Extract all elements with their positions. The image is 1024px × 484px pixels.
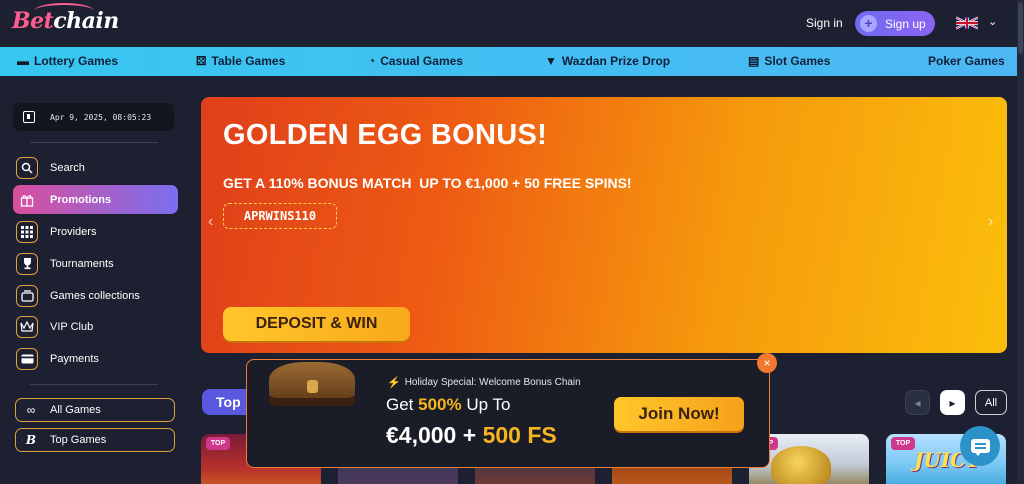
offer-suffix: Up To (461, 395, 511, 414)
category-label: Poker Games (928, 54, 1005, 68)
sidebar-item-label: VIP Club (50, 320, 94, 333)
page-scrollbar[interactable] (1017, 0, 1024, 484)
sidebar-item-label: Providers (50, 225, 97, 238)
logo[interactable]: Betchain (12, 8, 119, 34)
treasure-chest-image (269, 362, 355, 406)
top-header: Betchain Sign in + Sign up ⌄ (0, 0, 1024, 47)
welcome-bonus-popup: ⚡ Holiday Special: Welcome Bonus Chain G… (246, 353, 777, 468)
sidebar-item-tournaments[interactable]: Tournaments (13, 249, 178, 278)
category-poker-games[interactable]: Poker Games (928, 54, 1005, 68)
offer-prefix: Get (386, 395, 419, 414)
deposit-win-button[interactable]: DEPOSIT & WIN (223, 307, 410, 341)
close-icon[interactable]: × (757, 353, 777, 373)
scrollbar-thumb[interactable] (1018, 2, 1023, 54)
game-art (771, 446, 831, 484)
button-label: All Games (50, 404, 101, 416)
sidebar-item-games-collections[interactable]: Games collections (13, 281, 178, 310)
category-table-games[interactable]: ⚄ Table Games (196, 54, 285, 68)
gift-icon (16, 189, 38, 211)
sidebar-item-label: Tournaments (50, 257, 114, 270)
all-games-button[interactable]: ∞ All Games (15, 398, 175, 422)
divider (30, 384, 158, 385)
section-title-top: Top (202, 389, 252, 415)
sidebar-item-label: Promotions (50, 193, 112, 206)
promo-banner[interactable]: GOLDEN EGG BONUS! GET A 110% BONUS MATCH… (201, 97, 1007, 353)
search-icon (16, 156, 38, 179)
sidebar-item-promotions[interactable]: Promotions (13, 185, 178, 214)
logo-text-bet: Bet (12, 8, 54, 34)
games-all-button[interactable]: All (975, 390, 1007, 415)
popup-offer-line1: Get 500% Up To (386, 395, 510, 415)
join-now-button[interactable]: Join Now! (614, 397, 744, 431)
category-bar: ▬ Lottery Games ⚄ Table Games ◔ Casual G… (0, 47, 1021, 76)
category-label: Lottery Games (34, 54, 119, 68)
category-label: Wazdan Prize Drop (561, 54, 671, 68)
chat-icon (970, 439, 990, 456)
offer-free-spins: 500 FS (482, 422, 557, 448)
trophy-icon (16, 252, 38, 275)
logo-text-chain: chain (53, 8, 119, 34)
sidebar-item-label: Games collections (50, 289, 140, 302)
signin-link[interactable]: Sign in (806, 16, 843, 30)
banner-title: GOLDEN EGG BONUS! (223, 119, 548, 151)
category-casual-games[interactable]: ◔ Casual Games (368, 54, 463, 68)
divider (30, 142, 158, 143)
pacman-icon: ◔ (368, 54, 376, 68)
offer-amount: €4,000 + (386, 422, 483, 448)
popup-kicker: ⚡ Holiday Special: Welcome Bonus Chain (387, 376, 581, 389)
top-games-button[interactable]: B Top Games (15, 428, 175, 452)
popup-offer-line2: €4,000 + 500 FS (386, 422, 557, 449)
category-label: Casual Games (380, 54, 463, 68)
card-icon (16, 347, 38, 370)
sidebar: Apr 9, 2025, 08:05:23 Search Promotions … (0, 95, 185, 484)
dice-icon: ⚄ (196, 54, 207, 68)
chevron-down-icon[interactable]: ⌄ (988, 15, 997, 28)
sidebar-item-providers[interactable]: Providers (13, 217, 178, 246)
category-label: Table Games (211, 54, 286, 68)
button-label: Top Games (50, 434, 107, 446)
uk-flag-icon[interactable] (956, 16, 978, 30)
lightning-icon: ⚡ (387, 377, 401, 389)
sidebar-item-label: Search (50, 161, 85, 174)
top-badge: TOP (891, 437, 915, 450)
category-lottery-games[interactable]: ▬ Lottery Games (17, 54, 118, 68)
category-wazdan-prize-drop[interactable]: ▼ Wazdan Prize Drop (545, 54, 670, 68)
collapse-icon[interactable] (23, 111, 35, 123)
sidebar-item-vip-club[interactable]: VIP Club (13, 312, 178, 341)
sidebar-item-payments[interactable]: Payments (13, 344, 178, 373)
banner-subtitle: GET A 110% BONUS MATCH UP TO €1,000 + 50… (223, 175, 632, 191)
category-label: Slot Games (764, 54, 831, 68)
sidebar-item-search[interactable]: Search (13, 153, 178, 182)
mask-icon: ▼ (545, 54, 557, 68)
datetime-text: Apr 9, 2025, 08:05:23 (50, 112, 152, 122)
b-icon: B (25, 433, 37, 447)
top-badge: TOP (206, 437, 230, 450)
ticket-icon: ▬ (17, 54, 29, 68)
infinity-icon: ∞ (26, 403, 36, 417)
offer-percent: 500% (418, 395, 462, 414)
signup-button[interactable]: + Sign up (855, 11, 935, 36)
category-slot-games[interactable]: ▤ Slot Games (748, 54, 830, 68)
datetime-box: Apr 9, 2025, 08:05:23 (13, 103, 174, 131)
games-prev-button[interactable]: ◂ (905, 390, 930, 415)
promo-code[interactable]: APRWINS110 (223, 203, 337, 229)
collection-icon (16, 284, 38, 307)
chat-button[interactable] (960, 426, 1000, 466)
popup-kicker-text: Holiday Special: Welcome Bonus Chain (404, 377, 581, 388)
signup-label: Sign up (885, 16, 926, 31)
slot-machine-icon: ▤ (748, 54, 760, 68)
plus-icon: + (860, 15, 877, 32)
crown-icon (16, 315, 38, 338)
sidebar-item-label: Payments (50, 352, 99, 365)
grid-icon (16, 220, 38, 243)
games-next-button[interactable]: ▸ (940, 390, 965, 415)
banner-next-arrow-icon[interactable]: › (988, 213, 993, 231)
banner-prev-arrow-icon[interactable]: ‹ (208, 213, 213, 231)
